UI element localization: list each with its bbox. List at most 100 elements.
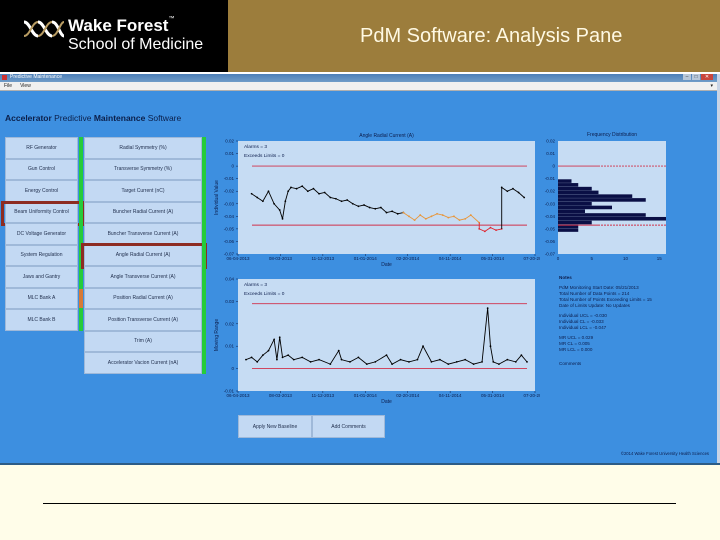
logo-subtitle: School of Medicine xyxy=(68,36,204,53)
data-point xyxy=(318,192,320,195)
data-point xyxy=(292,358,295,361)
system-button-energy-control[interactable]: Energy Control xyxy=(5,180,78,202)
chart-annotation: Alarms = 3 xyxy=(244,282,267,288)
parameter-button-trim-a[interactable]: Trim (A) xyxy=(84,330,202,352)
parameter-button-angle-transverse-current-a[interactable]: Angle Transverse Current (A) xyxy=(84,266,202,288)
data-point xyxy=(273,202,275,205)
logo-name: Wake Forest™ xyxy=(68,16,175,35)
data-point xyxy=(290,186,292,189)
data-point xyxy=(365,363,368,366)
data-point xyxy=(492,360,495,363)
footer-divider xyxy=(43,503,676,504)
x-tick-label: 08-03-2013 xyxy=(269,393,293,398)
minimize-button[interactable]: – xyxy=(683,74,691,80)
maximize-button[interactable]: □ xyxy=(692,74,700,80)
histogram-bar xyxy=(558,179,572,183)
menu-view[interactable]: View xyxy=(20,82,31,90)
data-point xyxy=(489,345,492,348)
parameter-button-buncher-radial-current-a[interactable]: Buncher Radial Current (A) xyxy=(84,201,202,223)
data-point xyxy=(458,219,461,221)
menu-file[interactable]: File xyxy=(4,82,12,90)
y-tick-label: -0.06 xyxy=(224,239,235,244)
histogram-bar xyxy=(558,205,612,210)
data-point xyxy=(278,209,281,211)
x-tick-label: 11-12-2013 xyxy=(312,256,335,261)
data-point xyxy=(287,354,290,357)
parameter-button-position-radial-current-a[interactable]: Position Radial Current (A) xyxy=(84,287,202,309)
data-point xyxy=(256,360,259,363)
data-point xyxy=(399,358,402,361)
individual-value-chart: Angle Radial Current (A) 0.02 0.01 0 -0.01 -0… xyxy=(214,133,540,268)
data-point xyxy=(385,211,388,214)
x-tick-label: 01-01-2014 xyxy=(354,393,378,398)
y-tick-label: 0.04 xyxy=(225,277,234,282)
y-tick-label: 0.02 xyxy=(225,321,234,326)
y-axis-label: Individual Value xyxy=(214,180,220,215)
data-point xyxy=(318,358,320,361)
data-point xyxy=(340,200,343,203)
data-point xyxy=(489,226,492,229)
y-tick-label: 0 xyxy=(231,164,234,169)
parameter-button-transverse-symmetry[interactable]: Transverse Symmetry (%) xyxy=(84,158,202,180)
system-button-rf-generator[interactable]: RF Generator xyxy=(5,137,78,159)
data-point xyxy=(500,186,503,189)
x-tick-label: 05-31-2014 xyxy=(481,393,505,398)
data-point xyxy=(250,356,253,359)
data-point xyxy=(391,363,394,366)
data-point xyxy=(408,360,410,363)
data-point xyxy=(498,363,500,366)
data-point xyxy=(455,360,458,363)
dropdown-icon[interactable]: ▾ xyxy=(710,82,713,90)
parameter-button-accelerator-vacion-current-na[interactable]: Accelerator Vacion Current (nA) xyxy=(84,352,202,374)
comments-label: Comments xyxy=(559,361,582,366)
chart-title: Frequency Distribution xyxy=(587,132,637,138)
histogram-bar xyxy=(558,213,646,217)
app-window: Predictive Maintenance – □ ✕ File View ▾… xyxy=(0,74,720,464)
system-button-mlc-bank-b[interactable]: MLC Bank B xyxy=(5,309,78,331)
data-point xyxy=(416,358,419,361)
x-tick-label: 01-01-2014 xyxy=(354,256,378,261)
parameter-button-target-current-nc[interactable]: Target Current (nC) xyxy=(84,180,202,202)
data-point xyxy=(301,185,304,188)
y-tick-label: -0.01 xyxy=(545,176,556,181)
data-point xyxy=(520,354,523,357)
data-point xyxy=(306,190,309,193)
data-point xyxy=(301,356,304,359)
close-button[interactable]: ✕ xyxy=(701,74,713,80)
system-button-mlc-bank-a[interactable]: MLC Bank A xyxy=(5,287,78,309)
system-button-jaws-and-gantry[interactable]: Jaws and Gantry xyxy=(5,266,78,288)
x-tick-label: 02-20-2014 xyxy=(396,393,420,398)
x-tick-label: 0 xyxy=(557,256,560,261)
add-comments-button[interactable]: Add Comments xyxy=(312,415,385,438)
parameter-button-radial-symmetry[interactable]: Radial Symmetry (%) xyxy=(84,137,202,159)
x-tick-label: 06-04-2013 xyxy=(226,256,250,261)
apply-new-baseline-button[interactable]: Apply New Baseline xyxy=(238,415,312,438)
window-title: Predictive Maintenance xyxy=(10,74,62,80)
y-tick-label: 0 xyxy=(231,366,234,371)
parameter-button-buncher-transverse-current-a[interactable]: Buncher Transverse Current (A) xyxy=(84,223,202,245)
system-warning-marker xyxy=(79,288,83,308)
parameter-button-position-transverse-current-a[interactable]: Position Transverse Current (A) xyxy=(84,309,202,331)
data-point xyxy=(329,196,332,199)
data-point xyxy=(478,227,481,230)
data-point xyxy=(374,207,377,210)
histogram-bar xyxy=(558,198,646,202)
y-tick-label: 0.01 xyxy=(225,151,234,156)
y-tick-label: -0.01 xyxy=(224,176,235,181)
data-point xyxy=(368,206,371,209)
x-axis-label: Date xyxy=(381,262,392,268)
system-button-gun-control[interactable]: Gun Control xyxy=(5,158,78,180)
x-axis-label: Date xyxy=(381,399,392,405)
data-point xyxy=(396,212,399,215)
data-point xyxy=(346,199,349,201)
data-point xyxy=(250,192,253,195)
data-point xyxy=(267,349,270,352)
histogram-bar xyxy=(558,183,579,187)
system-button-dc-voltage-generator[interactable]: DC Voltage Generator xyxy=(5,223,78,245)
data-point xyxy=(287,190,290,193)
data-point xyxy=(281,356,284,359)
data-point xyxy=(408,215,410,218)
parameter-status-bar xyxy=(202,137,206,374)
x-tick-label: 11-12-2013 xyxy=(312,393,335,398)
system-button-system-regulation[interactable]: System Regulation xyxy=(5,244,78,266)
